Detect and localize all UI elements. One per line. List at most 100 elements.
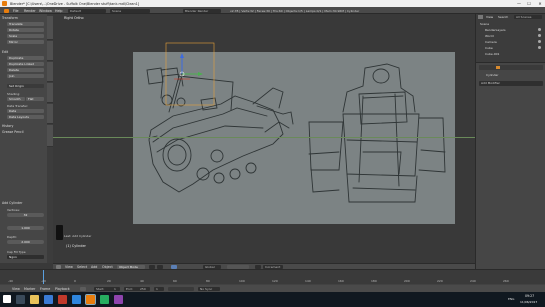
camera-preview-icon xyxy=(56,225,63,240)
record-toggle-icon[interactable] xyxy=(80,286,86,291)
timeline-tick-label: 100 xyxy=(239,279,245,283)
panel-transform-header[interactable]: Transform xyxy=(2,16,51,20)
current-frame-field[interactable]: 1 xyxy=(154,286,164,291)
cap-fill-dropdown[interactable]: Ngon xyxy=(7,255,44,259)
menu-help[interactable]: Help xyxy=(55,9,63,13)
windows-start-icon[interactable] xyxy=(3,295,11,303)
rotate-button[interactable]: Rotate xyxy=(7,28,44,32)
outliner-row-camera[interactable]: Camera xyxy=(485,40,497,44)
vertices-field[interactable]: 32 xyxy=(7,213,44,217)
clock-time[interactable]: 09:27 xyxy=(525,294,534,298)
outliner-row-world[interactable]: World xyxy=(485,34,494,38)
timeline-menu-playback[interactable]: Playback xyxy=(55,287,70,291)
file-explorer-icon[interactable] xyxy=(30,295,39,304)
timeline-tick-label: 120 xyxy=(272,279,278,283)
outliner-view-menu[interactable]: View xyxy=(486,15,493,19)
app-icon[interactable] xyxy=(72,295,81,304)
minimize-icon[interactable]: — xyxy=(514,0,524,7)
properties-context-tabs[interactable] xyxy=(479,65,543,70)
outliner: View Search All Scenes Scene RenderLayer… xyxy=(475,14,545,62)
visibility-eye-icon[interactable] xyxy=(538,46,541,49)
depth-label: Depth: xyxy=(7,235,18,239)
app-icon[interactable] xyxy=(58,295,67,304)
timeline-tick-label: 0 xyxy=(74,279,76,283)
maximize-icon[interactable]: ☐ xyxy=(524,0,534,7)
os-taskbar: ENG 09:27 11/06/2017 xyxy=(0,292,545,307)
data-button[interactable]: Data xyxy=(7,109,44,113)
blender-logo-icon xyxy=(2,1,7,6)
timeline-menu-view[interactable]: View xyxy=(12,287,20,291)
duplicate-button[interactable]: Duplicate xyxy=(7,56,44,60)
outliner-row-renderlayers[interactable]: RenderLayers xyxy=(485,28,506,32)
language-indicator[interactable]: ENG xyxy=(508,297,514,301)
duplicate-linked-button[interactable]: Duplicate Linked xyxy=(7,62,44,66)
outliner-search-menu[interactable]: Search xyxy=(498,15,508,19)
blender-taskbar-icon[interactable] xyxy=(85,294,96,305)
data-layouts-button[interactable]: Data Layouts xyxy=(7,115,44,119)
smooth-button[interactable]: Smooth xyxy=(7,97,25,101)
set-origin-dropdown[interactable]: Set Origin xyxy=(7,84,44,88)
radius-field[interactable]: 1.000 xyxy=(7,226,44,230)
close-icon[interactable]: ✕ xyxy=(535,0,545,7)
flat-button[interactable]: Flat xyxy=(26,97,44,101)
scene-selector[interactable]: Scene xyxy=(110,8,150,13)
delete-button[interactable]: Delete xyxy=(7,68,44,72)
editor-type-icon[interactable] xyxy=(4,8,9,13)
timeline-tick-label: 200 xyxy=(404,279,410,283)
layout-selector[interactable]: Default xyxy=(68,8,106,13)
timeline-tick-label: 20 xyxy=(107,279,111,283)
search-icon[interactable] xyxy=(16,295,25,304)
visibility-eye-icon[interactable] xyxy=(538,40,541,43)
timeline-tick-label: 180 xyxy=(371,279,377,283)
start-frame-value[interactable]: 1 xyxy=(112,287,120,291)
translate-button[interactable]: Translate xyxy=(7,22,44,26)
render-engine-selector[interactable]: Blender Render xyxy=(183,8,221,13)
playback-controls[interactable] xyxy=(168,286,194,291)
outliner-row-scene[interactable]: Scene xyxy=(480,22,489,26)
menu-file[interactable]: File xyxy=(13,9,19,13)
timeline-tick-label: 140 xyxy=(305,279,311,283)
depth-field[interactable]: 2.000 xyxy=(7,240,44,244)
end-frame-value[interactable]: 250 xyxy=(138,287,150,291)
selected-object-overlay[interactable] xyxy=(150,38,220,118)
timeline-header: View Marker Frame Playback Start: 1 End:… xyxy=(0,285,545,292)
timeline-tick-label: 240 xyxy=(470,279,476,283)
gizmo-z-arrow-icon[interactable] xyxy=(180,53,184,58)
outliner-row-cube[interactable]: Cube xyxy=(485,46,493,50)
sync-selector[interactable]: No Sync xyxy=(198,286,220,291)
scale-button[interactable]: Scale xyxy=(7,34,44,38)
panel-edit-header[interactable]: Edit xyxy=(2,50,51,54)
mirror-button[interactable]: Mirror xyxy=(7,40,44,44)
panel-history-header[interactable]: History xyxy=(2,124,51,128)
app-icon[interactable] xyxy=(100,295,109,304)
cap-fill-label: Cap Fill Type xyxy=(7,250,26,254)
timeline-tick-label: -20 xyxy=(41,279,46,283)
timeline: -40 -20 0 20 40 60 80 100 120 140 160 180 200 220 240 2… xyxy=(0,269,545,292)
outliner-display-mode[interactable]: All Scenes xyxy=(514,15,542,19)
outliner-editor-icon[interactable] xyxy=(478,15,483,19)
menu-render[interactable]: Render xyxy=(24,9,36,13)
add-modifier-button[interactable]: Add Modifier xyxy=(479,81,543,86)
scene-stats: v2.78 | Verts:32 | Faces:30 | Tris:60 | … xyxy=(230,8,360,13)
tool-shelf: Transform Translate Rotate Scale Mirror … xyxy=(0,14,53,263)
join-button[interactable]: Join xyxy=(7,74,44,78)
timeline-tick-label: 80 xyxy=(206,279,210,283)
edge-browser-icon[interactable] xyxy=(44,295,53,304)
app-icon[interactable] xyxy=(114,295,123,304)
visibility-eye-icon[interactable] xyxy=(538,34,541,37)
outliner-row-cube-001[interactable]: Cube.001 xyxy=(485,52,499,56)
data-transfer-label: Data Transfer: xyxy=(7,104,29,108)
window-title: Blender* [C:\Users\...\OneDrive - Suffol… xyxy=(10,1,140,6)
timeline-tick-label: 40 xyxy=(140,279,144,283)
timeline-ruler: -40 -20 0 20 40 60 80 100 120 140 160 180 200 220 240 2… xyxy=(0,279,545,284)
wrench-icon[interactable] xyxy=(496,66,500,69)
gizmo-y-arrow-icon[interactable] xyxy=(198,72,203,76)
menu-window[interactable]: Window xyxy=(39,9,52,13)
visibility-eye-icon[interactable] xyxy=(538,28,541,31)
timeline-menu-marker[interactable]: Marker xyxy=(24,287,35,291)
panel-add-cylinder-header[interactable]: Add Cylinder xyxy=(2,201,51,205)
properties-object-name: Cylinder xyxy=(486,73,499,77)
panel-grease-pencil-header[interactable]: Grease Pencil xyxy=(2,130,51,134)
clock-date[interactable]: 11/06/2017 xyxy=(520,300,537,304)
timeline-menu-frame[interactable]: Frame xyxy=(40,287,50,291)
